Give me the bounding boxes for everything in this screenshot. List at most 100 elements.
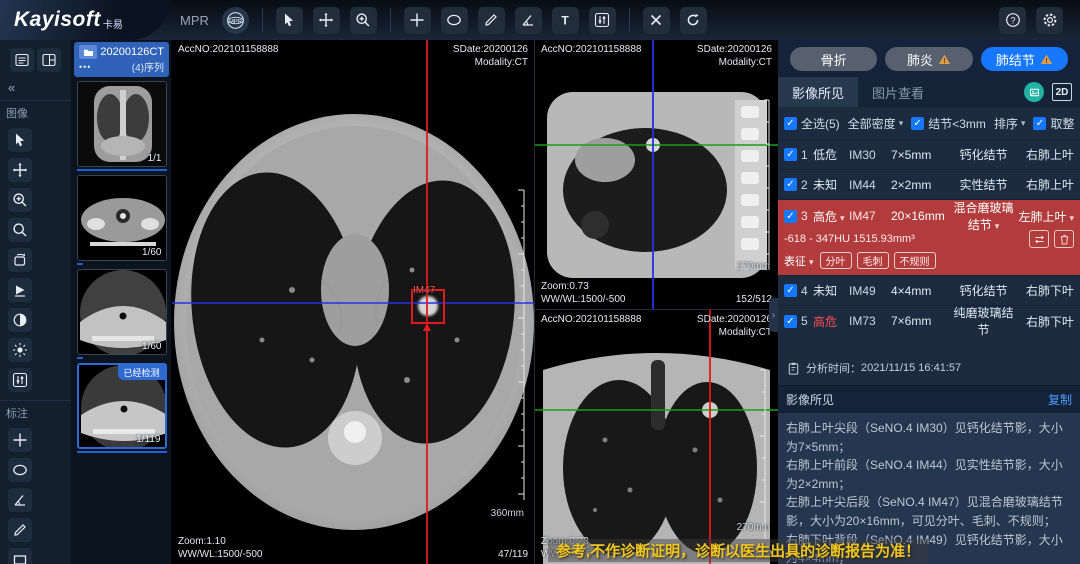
- filter-sort-dropdown[interactable]: 排序▾: [994, 115, 1026, 132]
- cine-play-button[interactable]: [8, 278, 32, 302]
- magnify-button[interactable]: [8, 218, 32, 242]
- checkbox-checked[interactable]: ✓: [784, 210, 797, 223]
- axial-zoom-wwwl: Zoom:1.10 WW/WL:1500/-500: [178, 535, 262, 561]
- series-thumbnail-neck[interactable]: 1/60: [77, 175, 167, 261]
- chevron-down-icon: ▾: [1069, 213, 1074, 223]
- cursor-icon: [281, 12, 297, 28]
- report-image-button[interactable]: [1024, 82, 1044, 102]
- zoom-in-button[interactable]: [8, 188, 32, 212]
- checkbox-checked[interactable]: ✓: [784, 148, 797, 161]
- coronal-scale-label: 270mm: [737, 521, 770, 534]
- measure-tool-button[interactable]: [478, 7, 505, 34]
- gear-icon: [1042, 12, 1058, 28]
- axial-zoom-level: Zoom:1.10: [178, 535, 262, 548]
- type-dropdown[interactable]: 混合磨玻璃结节▾: [953, 199, 1014, 233]
- reset-button[interactable]: [680, 7, 707, 34]
- nodule-row-4[interactable]: ✓ 4 未知 IM49 4×4mm 钙化结节 右肺下叶: [778, 276, 1080, 306]
- nodule-row-2[interactable]: ✓ 2 未知 IM44 2×2mm 实性结节 右肺上叶: [778, 170, 1080, 200]
- collapse-sidebar-button[interactable]: «: [0, 78, 71, 97]
- cursor-icon: [12, 132, 28, 148]
- filter-density-dropdown[interactable]: 全部密度▾: [848, 115, 904, 132]
- checkbox-checked[interactable]: ✓: [784, 315, 797, 328]
- tab-fracture[interactable]: 骨折: [790, 47, 877, 71]
- risk-dropdown[interactable]: 高危▾: [813, 208, 849, 225]
- cursor-tool-button[interactable]: [276, 7, 303, 34]
- tab-lung-nodule[interactable]: 肺结节: [981, 47, 1068, 71]
- pan-tool-button[interactable]: [313, 7, 340, 34]
- sagittal-viewport[interactable]: AccNO:202101158888 SDate:20200126 Modali…: [535, 40, 778, 310]
- angle-annotation-button[interactable]: [8, 488, 32, 512]
- text-tool-button[interactable]: [552, 7, 579, 34]
- checkbox-checked[interactable]: ✓: [784, 284, 797, 297]
- folder-icon: [79, 45, 97, 59]
- series-thumbnail-selected[interactable]: 已经检测 1/119: [77, 363, 167, 449]
- subtab-imaging-findings[interactable]: 影像所见: [778, 77, 858, 107]
- zoom-in-icon: [355, 12, 371, 28]
- findings-section-header: 影像所见 复制: [778, 386, 1080, 413]
- tag-irregular[interactable]: 不规则: [894, 252, 936, 269]
- crosshair-icon: [409, 12, 425, 28]
- coronal-study-info: SDate:20200126 Modality:CT: [697, 313, 772, 339]
- delete-nodule-button[interactable]: [1054, 230, 1074, 248]
- tag-spiculated[interactable]: 毛刺: [857, 252, 889, 269]
- checkbox-checked[interactable]: ✓: [911, 117, 924, 130]
- pencil-annotation-button[interactable]: [8, 518, 32, 542]
- series-more-button[interactable]: •••: [79, 62, 91, 72]
- series-thumbnail-shoulder[interactable]: 1/60: [77, 269, 167, 355]
- checkbox-checked[interactable]: ✓: [784, 117, 797, 130]
- view-2d-button[interactable]: 2D: [1052, 83, 1072, 101]
- zoom-in-icon: [12, 192, 28, 208]
- window-level-button[interactable]: [8, 368, 32, 392]
- coronal-viewport[interactable]: AccNO:202101158888 SDate:20200126 Modali…: [535, 310, 778, 564]
- ellipse-tool-button[interactable]: [441, 7, 468, 34]
- window-level-button[interactable]: [589, 7, 616, 34]
- nodule-row-1[interactable]: ✓ 1 低危 IM30 7×5mm 钙化结节 右肺上叶: [778, 140, 1080, 170]
- filter-small-nodule[interactable]: ✓ 结节<3mm: [911, 115, 986, 132]
- subtab-image-view[interactable]: 图片查看: [858, 77, 938, 107]
- transfer-nodule-button[interactable]: [1029, 230, 1049, 248]
- series-list-button[interactable]: [10, 48, 34, 72]
- pan-tool-button[interactable]: [8, 158, 32, 182]
- settings-button[interactable]: [1036, 7, 1063, 34]
- axial-study-info: SDate:20200126 Modality:CT: [453, 43, 528, 69]
- axial-viewport[interactable]: IM47 AccNO:202101158888 SDate:20200126 M…: [172, 40, 535, 564]
- delete-annotation-button[interactable]: [643, 7, 670, 34]
- filter-select-all[interactable]: ✓ 全选(5): [784, 115, 840, 132]
- axial-window-setting: WW/WL:1500/-500: [178, 548, 262, 561]
- panel-collapse-handle[interactable]: ›: [769, 298, 778, 332]
- crosshair-annotation-button[interactable]: [8, 428, 32, 452]
- checkbox-checked[interactable]: ✓: [784, 178, 797, 191]
- series-header[interactable]: 20200126CT ••• (4)序列: [74, 42, 169, 77]
- diagnosis-tabs: 骨折 肺炎 肺结节: [778, 40, 1080, 77]
- characterization-dropdown[interactable]: 表征▾: [784, 253, 814, 269]
- axial-ct-image: [172, 40, 535, 564]
- tab-pneumonia[interactable]: 肺炎: [885, 47, 972, 71]
- filter-round[interactable]: ✓ 取整: [1033, 115, 1074, 132]
- sagittal-zoom-level: Zoom:0.73: [541, 280, 625, 293]
- ellipse-annotation-button[interactable]: [8, 458, 32, 482]
- axial-accession-number: AccNO:202101158888: [178, 43, 278, 56]
- rectangle-annotation-button[interactable]: [8, 548, 32, 564]
- checkbox-checked[interactable]: ✓: [1033, 117, 1046, 130]
- cursor-tool-button[interactable]: [8, 128, 32, 152]
- nodule-row-3-selected[interactable]: ✓ 3 高危▾ IM47 20×16mm 混合磨玻璃结节▾ 左肺上叶▾ -618…: [778, 200, 1080, 276]
- mpr-mode-button[interactable]: [222, 7, 249, 34]
- copy-findings-button[interactable]: 复制: [1048, 391, 1072, 408]
- swap-icon: [1033, 233, 1046, 246]
- rotate-image-button[interactable]: [8, 248, 32, 272]
- brightness-button[interactable]: [8, 338, 32, 362]
- nodule-filters: ✓ 全选(5) 全部密度▾ ✓ 结节<3mm 排序▾ ✓ 取整: [778, 107, 1080, 140]
- zoom-tool-button[interactable]: [350, 7, 377, 34]
- series-thumbnail-scout[interactable]: 1/1: [77, 81, 167, 167]
- crosshair-tool-button[interactable]: [404, 7, 431, 34]
- top-toolbar: Kayisoft 卡易 MPR: [0, 0, 1080, 40]
- layout-button[interactable]: [37, 48, 61, 72]
- help-button[interactable]: [999, 7, 1026, 34]
- invert-button[interactable]: [8, 308, 32, 332]
- angle-tool-button[interactable]: [515, 7, 542, 34]
- location-dropdown[interactable]: 左肺上叶▾: [1014, 208, 1074, 225]
- logo-cn-text: 卡易: [103, 16, 123, 31]
- rotate-box-icon: [12, 252, 28, 268]
- tag-lobulated[interactable]: 分叶: [820, 252, 852, 269]
- nodule-row-5[interactable]: ✓ 5 高危 IM73 7×6mm 纯磨玻璃结节 右肺下叶: [778, 306, 1080, 336]
